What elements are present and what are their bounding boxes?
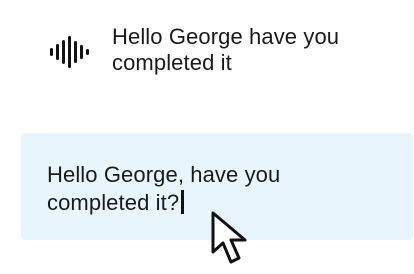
text-caret <box>181 190 185 214</box>
waveform-icon <box>48 36 90 68</box>
message-text[interactable]: Hello George, have you completed it? <box>47 162 280 215</box>
voice-transcript: Hello George have you completed it <box>48 24 388 80</box>
message-edit-box[interactable]: Hello George, have you completed it? <box>21 133 413 240</box>
message-input[interactable]: Hello George, have you completed it? <box>47 161 377 217</box>
transcript-text: Hello George have you completed it <box>112 24 340 75</box>
